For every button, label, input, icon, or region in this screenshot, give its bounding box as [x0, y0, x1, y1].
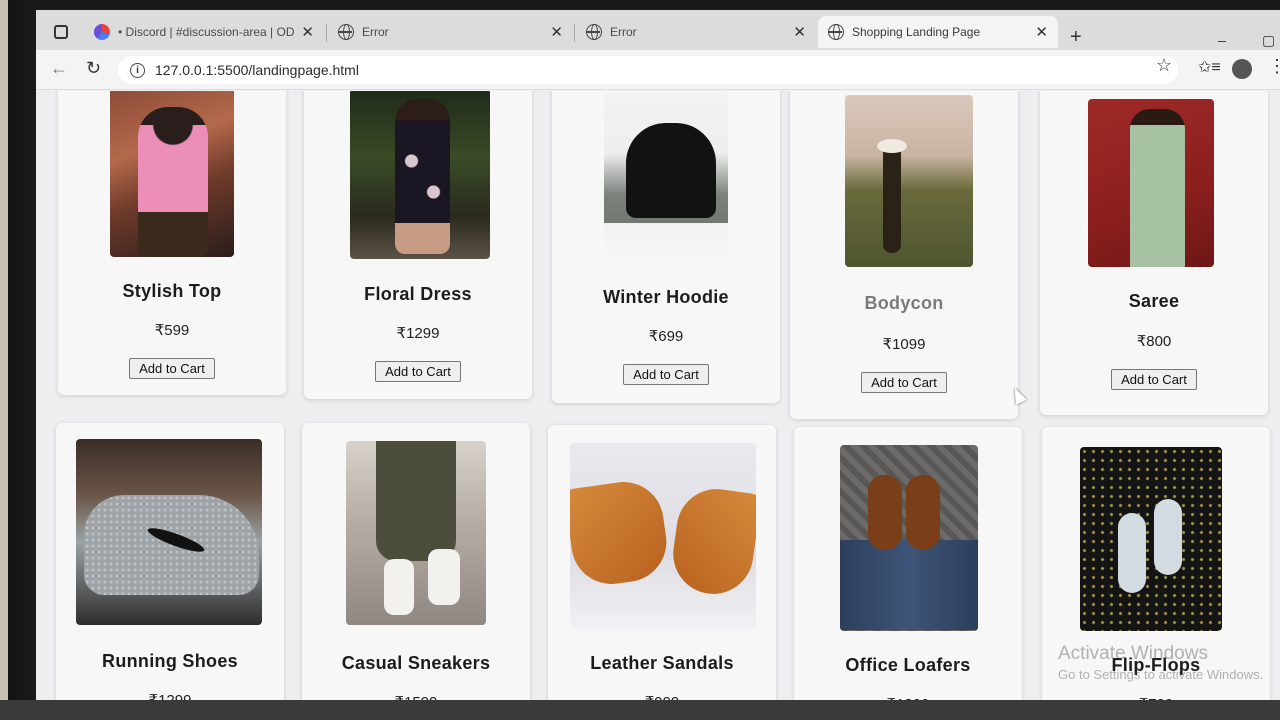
globe-icon	[338, 24, 354, 40]
discord-favicon-icon	[94, 24, 110, 40]
product-card: Office Loafers ₹1899	[794, 427, 1022, 710]
globe-icon	[828, 24, 844, 40]
bookmark-star-icon[interactable]: ☆	[1156, 55, 1172, 76]
site-info-icon[interactable]: i	[130, 62, 145, 78]
more-menu-icon[interactable]: ⋮	[1268, 56, 1280, 77]
add-to-cart-button[interactable]: Add to Cart	[1111, 369, 1197, 390]
add-to-cart-button[interactable]: Add to Cart	[129, 358, 215, 379]
globe-icon	[586, 24, 602, 40]
address-bar[interactable]: i 127.0.0.1:5500/landingpage.html	[118, 56, 1178, 84]
add-to-cart-button[interactable]: Add to Cart	[375, 361, 461, 382]
product-name: Leather Sandals	[590, 653, 734, 673]
product-image	[604, 93, 728, 257]
product-name: Office Loafers	[845, 655, 971, 675]
product-card: Bodycon ₹1099 Add to Cart	[790, 91, 1018, 419]
tab-label: Error	[362, 25, 389, 39]
product-image	[570, 443, 756, 629]
tab-error-1[interactable]: Error ✕	[328, 16, 573, 48]
product-image	[76, 439, 262, 625]
product-name: Casual Sneakers	[341, 653, 491, 673]
product-card: Stylish Top ₹599 Add to Cart	[58, 91, 286, 395]
product-price: ₹800	[1136, 333, 1172, 350]
browser-toolbar: ← ↻ i 127.0.0.1:5500/landingpage.html ☆ …	[36, 50, 1280, 90]
product-card: Winter Hoodie ₹699 Add to Cart	[552, 91, 780, 403]
product-grid: Stylish Top ₹599 Add to Cart Floral Dres…	[36, 91, 1280, 710]
activate-windows-watermark: Activate Windows	[1058, 643, 1208, 664]
tab-shopping-landing-page[interactable]: Shopping Landing Page ✕	[818, 16, 1058, 48]
tab-label: Shopping Landing Page	[852, 25, 981, 39]
product-name: Stylish Top	[122, 281, 222, 301]
tab-separator	[574, 24, 575, 42]
new-tab-button[interactable]: +	[1070, 26, 1082, 49]
product-name: Bodycon	[864, 293, 944, 313]
product-image	[110, 91, 234, 257]
taskbar	[0, 700, 1280, 720]
tab-separator	[326, 24, 327, 42]
product-name: Running Shoes	[102, 651, 238, 671]
maximize-button[interactable]: ▢	[1262, 32, 1275, 49]
add-to-cart-button[interactable]: Add to Cart	[861, 372, 947, 393]
product-card: Running Shoes ₹1299	[56, 423, 284, 710]
back-button[interactable]: ←	[50, 58, 68, 79]
product-name: Saree	[1128, 291, 1180, 311]
product-price: ₹699	[648, 328, 684, 345]
close-tab-icon[interactable]: ✕	[793, 23, 806, 41]
product-card: Saree ₹800 Add to Cart	[1040, 91, 1268, 415]
product-image	[350, 91, 490, 259]
activate-windows-subtext: Go to Settings to activate Windows.	[1058, 667, 1264, 682]
minimize-button[interactable]: –	[1218, 32, 1226, 48]
profile-avatar[interactable]	[1232, 59, 1252, 79]
product-price: ₹599	[154, 322, 190, 339]
workspaces-icon	[54, 25, 68, 39]
url-text[interactable]: 127.0.0.1:5500/landingpage.html	[155, 62, 359, 78]
close-tab-icon[interactable]: ✕	[550, 23, 563, 41]
add-to-cart-button[interactable]: Add to Cart	[623, 364, 709, 385]
close-tab-icon[interactable]: ✕	[1035, 23, 1048, 41]
tab-label: • Discord | #discussion-area | OD	[118, 25, 295, 39]
product-price: ₹1299	[396, 325, 440, 342]
product-name: Winter Hoodie	[603, 287, 729, 307]
monitor-bezel-left	[0, 0, 36, 720]
product-card: Floral Dress ₹1299 Add to Cart	[304, 91, 532, 399]
workspaces-button[interactable]	[44, 16, 84, 48]
product-card: Casual Sneakers ₹1599	[302, 423, 530, 710]
tab-strip: • Discord | #discussion-area | OD ✕ Erro…	[36, 10, 1280, 50]
reload-button[interactable]: ↻	[86, 58, 101, 79]
product-image	[1080, 447, 1222, 631]
product-image	[840, 445, 978, 631]
product-image	[346, 441, 486, 625]
tab-discord[interactable]: • Discord | #discussion-area | OD ✕	[84, 16, 324, 48]
product-card: Leather Sandals ₹999	[548, 425, 776, 710]
product-image	[1088, 99, 1214, 267]
product-name: Floral Dress	[364, 284, 472, 304]
product-price: ₹1099	[882, 336, 926, 353]
close-tab-icon[interactable]: ✕	[301, 23, 314, 41]
browser-window: • Discord | #discussion-area | OD ✕ Erro…	[36, 10, 1280, 710]
tab-error-2[interactable]: Error ✕	[576, 16, 816, 48]
tab-label: Error	[610, 25, 637, 39]
product-image	[845, 95, 973, 267]
favorites-icon[interactable]: ✩≡	[1198, 57, 1221, 77]
